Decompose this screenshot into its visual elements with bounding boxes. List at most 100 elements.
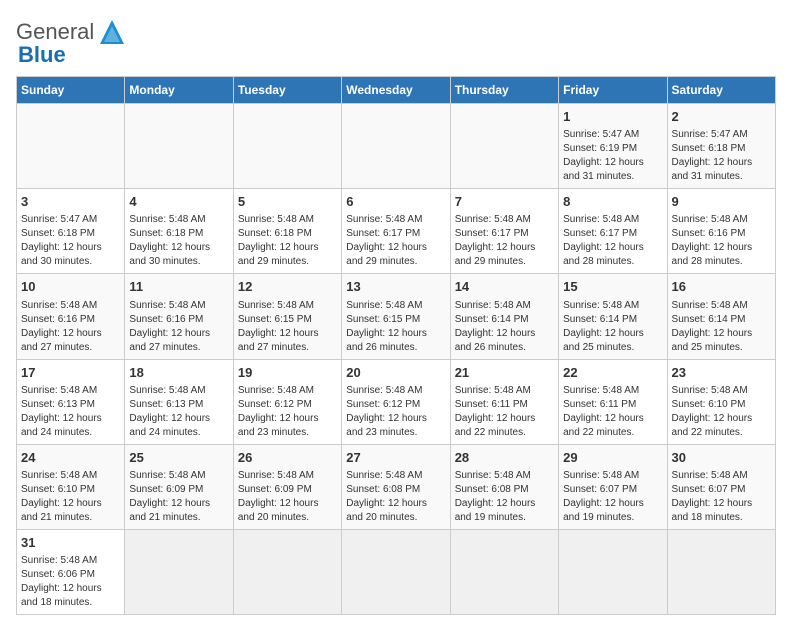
day-info: Sunrise: 5:48 AM Sunset: 6:18 PM Dayligh… <box>129 213 228 269</box>
calendar-cell: 10 Sunrise: 5:48 AM Sunset: 6:16 PM Dayli… <box>17 274 125 359</box>
calendar-cell: 24 Sunrise: 5:48 AM Sunset: 6:10 PM Dayli… <box>17 444 125 529</box>
day-info: Sunrise: 5:48 AM Sunset: 6:15 PM Dayligh… <box>238 299 337 355</box>
day-number: 27 <box>346 449 445 467</box>
calendar-week-4: 24 Sunrise: 5:48 AM Sunset: 6:10 PM Dayli… <box>17 444 776 529</box>
day-number: 28 <box>455 449 554 467</box>
header-day-saturday: Saturday <box>667 77 775 104</box>
day-number: 30 <box>672 449 771 467</box>
day-info: Sunrise: 5:48 AM Sunset: 6:10 PM Dayligh… <box>21 469 120 525</box>
calendar-cell <box>233 104 341 189</box>
calendar-cell <box>125 529 233 614</box>
calendar-cell: 11Sunrise: 5:48 AM Sunset: 6:16 PM Dayli… <box>125 274 233 359</box>
day-info: Sunrise: 5:47 AM Sunset: 6:18 PM Dayligh… <box>21 213 120 269</box>
day-number: 1 <box>563 108 662 126</box>
day-info: Sunrise: 5:47 AM Sunset: 6:19 PM Dayligh… <box>563 128 662 184</box>
calendar-cell: 4 Sunrise: 5:48 AM Sunset: 6:18 PM Daylig… <box>125 189 233 274</box>
day-info: Sunrise: 5:48 AM Sunset: 6:07 PM Dayligh… <box>563 469 662 525</box>
day-info: Sunrise: 5:48 AM Sunset: 6:13 PM Dayligh… <box>129 384 228 440</box>
day-number: 10 <box>21 278 120 296</box>
calendar-cell: 28 Sunrise: 5:48 AM Sunset: 6:08 PM Dayli… <box>450 444 558 529</box>
calendar-cell <box>17 104 125 189</box>
calendar-cell <box>450 529 558 614</box>
calendar-week-5: 31Sunrise: 5:48 AM Sunset: 6:06 PM Dayli… <box>17 529 776 614</box>
header: General Blue <box>16 16 776 68</box>
calendar-cell <box>125 104 233 189</box>
calendar-cell: 9Sunrise: 5:48 AM Sunset: 6:16 PM Daylig… <box>667 189 775 274</box>
calendar-cell: 7 Sunrise: 5:48 AM Sunset: 6:17 PM Daylig… <box>450 189 558 274</box>
day-number: 14 <box>455 278 554 296</box>
day-number: 7 <box>455 193 554 211</box>
calendar-cell: 18 Sunrise: 5:48 AM Sunset: 6:13 PM Dayli… <box>125 359 233 444</box>
logo: General Blue <box>16 16 128 68</box>
day-info: Sunrise: 5:48 AM Sunset: 6:14 PM Dayligh… <box>672 299 771 355</box>
calendar-cell: 17Sunrise: 5:48 AM Sunset: 6:13 PM Dayli… <box>17 359 125 444</box>
day-info: Sunrise: 5:48 AM Sunset: 6:11 PM Dayligh… <box>455 384 554 440</box>
calendar-cell: 29Sunrise: 5:48 AM Sunset: 6:07 PM Dayli… <box>559 444 667 529</box>
header-row: SundayMondayTuesdayWednesdayThursdayFrid… <box>17 77 776 104</box>
calendar-cell <box>450 104 558 189</box>
calendar-cell: 5Sunrise: 5:48 AM Sunset: 6:18 PM Daylig… <box>233 189 341 274</box>
day-info: Sunrise: 5:48 AM Sunset: 6:16 PM Dayligh… <box>672 213 771 269</box>
day-number: 17 <box>21 364 120 382</box>
day-number: 20 <box>346 364 445 382</box>
header-day-tuesday: Tuesday <box>233 77 341 104</box>
day-info: Sunrise: 5:48 AM Sunset: 6:16 PM Dayligh… <box>21 299 120 355</box>
day-info: Sunrise: 5:48 AM Sunset: 6:08 PM Dayligh… <box>346 469 445 525</box>
day-number: 31 <box>21 534 120 552</box>
calendar-body: 1 Sunrise: 5:47 AM Sunset: 6:19 PM Daylig… <box>17 104 776 615</box>
day-info: Sunrise: 5:48 AM Sunset: 6:07 PM Dayligh… <box>672 469 771 525</box>
day-info: Sunrise: 5:48 AM Sunset: 6:16 PM Dayligh… <box>129 299 228 355</box>
calendar-cell: 21 Sunrise: 5:48 AM Sunset: 6:11 PM Dayli… <box>450 359 558 444</box>
calendar-cell: 20 Sunrise: 5:48 AM Sunset: 6:12 PM Dayli… <box>342 359 450 444</box>
logo-icon <box>96 16 128 48</box>
calendar-cell: 26 Sunrise: 5:48 AM Sunset: 6:09 PM Dayli… <box>233 444 341 529</box>
day-number: 26 <box>238 449 337 467</box>
day-info: Sunrise: 5:48 AM Sunset: 6:15 PM Dayligh… <box>346 299 445 355</box>
day-info: Sunrise: 5:48 AM Sunset: 6:12 PM Dayligh… <box>346 384 445 440</box>
day-info: Sunrise: 5:48 AM Sunset: 6:12 PM Dayligh… <box>238 384 337 440</box>
calendar-cell: 22Sunrise: 5:48 AM Sunset: 6:11 PM Dayli… <box>559 359 667 444</box>
day-number: 24 <box>21 449 120 467</box>
day-number: 15 <box>563 278 662 296</box>
calendar-week-3: 17 Sunrise: 5:48 AM Sunset: 6:13 PM Dayli… <box>17 359 776 444</box>
day-number: 19 <box>238 364 337 382</box>
day-number: 2 <box>672 108 771 126</box>
day-info: Sunrise: 5:48 AM Sunset: 6:17 PM Dayligh… <box>346 213 445 269</box>
calendar-cell: 12Sunrise: 5:48 AM Sunset: 6:15 PM Dayli… <box>233 274 341 359</box>
day-number: 8 <box>563 193 662 211</box>
calendar-cell: 3 Sunrise: 5:47 AM Sunset: 6:18 PM Daylig… <box>17 189 125 274</box>
day-number: 21 <box>455 364 554 382</box>
day-number: 5 <box>238 193 337 211</box>
day-number: 23 <box>672 364 771 382</box>
day-info: Sunrise: 5:48 AM Sunset: 6:14 PM Dayligh… <box>455 299 554 355</box>
day-info: Sunrise: 5:48 AM Sunset: 6:09 PM Dayligh… <box>238 469 337 525</box>
calendar-cell: 27 Sunrise: 5:48 AM Sunset: 6:08 PM Dayli… <box>342 444 450 529</box>
calendar-cell <box>233 529 341 614</box>
day-number: 3 <box>21 193 120 211</box>
day-info: Sunrise: 5:48 AM Sunset: 6:09 PM Dayligh… <box>129 469 228 525</box>
header-day-sunday: Sunday <box>17 77 125 104</box>
calendar-week-0: 1 Sunrise: 5:47 AM Sunset: 6:19 PM Daylig… <box>17 104 776 189</box>
calendar-cell <box>667 529 775 614</box>
calendar-week-1: 3 Sunrise: 5:47 AM Sunset: 6:18 PM Daylig… <box>17 189 776 274</box>
calendar-cell: 6Sunrise: 5:48 AM Sunset: 6:17 PM Daylig… <box>342 189 450 274</box>
day-number: 18 <box>129 364 228 382</box>
day-number: 25 <box>129 449 228 467</box>
day-number: 4 <box>129 193 228 211</box>
header-day-monday: Monday <box>125 77 233 104</box>
header-day-wednesday: Wednesday <box>342 77 450 104</box>
calendar-cell: 1 Sunrise: 5:47 AM Sunset: 6:19 PM Daylig… <box>559 104 667 189</box>
calendar-cell: 2 Sunrise: 5:47 AM Sunset: 6:18 PM Daylig… <box>667 104 775 189</box>
calendar-cell <box>342 104 450 189</box>
calendar-cell: 15 Sunrise: 5:48 AM Sunset: 6:14 PM Dayli… <box>559 274 667 359</box>
calendar-cell: 30 Sunrise: 5:48 AM Sunset: 6:07 PM Dayli… <box>667 444 775 529</box>
day-info: Sunrise: 5:48 AM Sunset: 6:17 PM Dayligh… <box>455 213 554 269</box>
calendar-cell: 23Sunrise: 5:48 AM Sunset: 6:10 PM Dayli… <box>667 359 775 444</box>
day-info: Sunrise: 5:48 AM Sunset: 6:14 PM Dayligh… <box>563 299 662 355</box>
day-info: Sunrise: 5:47 AM Sunset: 6:18 PM Dayligh… <box>672 128 771 184</box>
calendar-cell: 16Sunrise: 5:48 AM Sunset: 6:14 PM Dayli… <box>667 274 775 359</box>
day-info: Sunrise: 5:48 AM Sunset: 6:08 PM Dayligh… <box>455 469 554 525</box>
calendar-cell: 14 Sunrise: 5:48 AM Sunset: 6:14 PM Dayli… <box>450 274 558 359</box>
calendar-cell: 31Sunrise: 5:48 AM Sunset: 6:06 PM Dayli… <box>17 529 125 614</box>
calendar-cell <box>559 529 667 614</box>
